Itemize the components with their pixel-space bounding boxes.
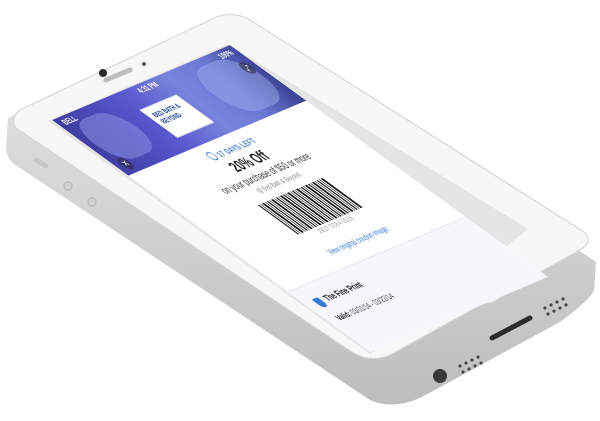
merchant-logo: BED BATH & BEYOND — [139, 94, 215, 138]
phone-mockup: BELL 4:31 PM 100% BED BATH & BEYOND ✕ ⤢ … — [0, 0, 600, 421]
status-time: 4:31 PM — [134, 80, 162, 95]
battery-level: 100% — [215, 48, 237, 61]
front-camera-icon — [99, 69, 107, 77]
headphone-jack — [433, 369, 447, 383]
carrier-label: BELL — [58, 114, 81, 127]
fine-print-title: The Fine Print — [319, 279, 367, 303]
valid-date-range: 03/01/14 - 03/22/14 — [346, 291, 398, 317]
